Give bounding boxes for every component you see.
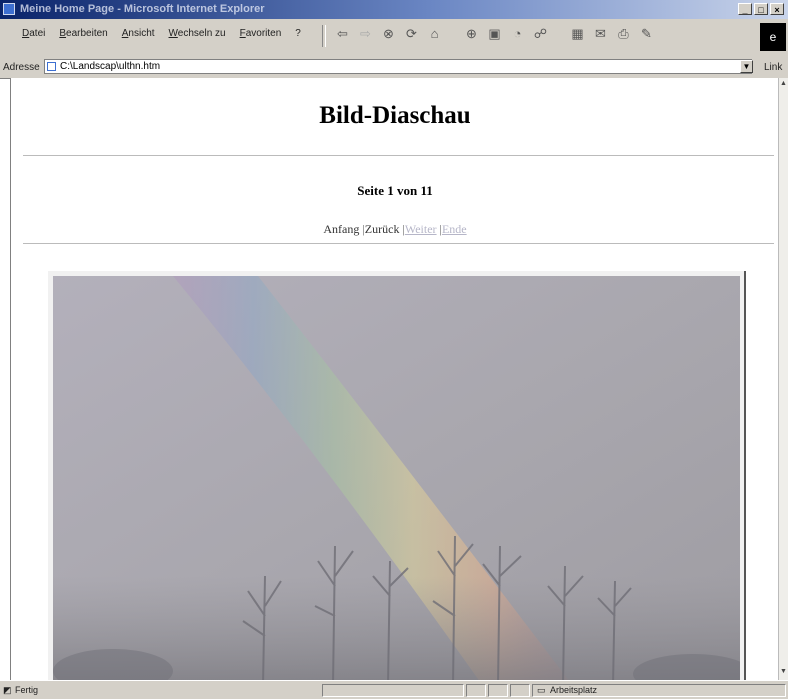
address-input[interactable]: C:\Landscap\ulthn.htm <box>44 59 752 74</box>
divider-bottom <box>23 243 774 244</box>
page-title: Bild-Diaschau <box>319 102 471 129</box>
menu-favoriten[interactable]: Favoriten <box>240 28 282 39</box>
window-title-bar[interactable]: Meine Home Page - Microsoft Internet Exp… <box>0 0 788 19</box>
back-arrow-icon[interactable]: ⇦ <box>334 25 351 42</box>
status-pane <box>322 684 464 697</box>
address-bar: Adresse C:\Landscap\ulthn.htm ▼ Link <box>0 57 788 79</box>
page-icon <box>47 62 56 71</box>
photo-frame-shadow <box>744 271 746 680</box>
links-label[interactable]: Link <box>764 62 782 73</box>
ie-logo-icon: e <box>760 23 786 51</box>
close-button[interactable]: × <box>770 3 784 15</box>
window-title: Meine Home Page - Microsoft Internet Exp… <box>20 3 265 15</box>
maximize-button[interactable]: □ <box>754 3 768 15</box>
status-pane <box>466 684 486 697</box>
status-bar: ◩ Fertig ▭ Arbeitsplatz <box>0 680 788 699</box>
status-pane <box>488 684 508 697</box>
slideshow-photo <box>48 271 745 680</box>
computer-icon: ▭ <box>537 685 546 695</box>
page-content: Bild-Diaschau Seite 1 von 11 Anfang |Zur… <box>10 78 779 680</box>
address-value[interactable]: C:\Landscap\ulthn.htm <box>60 61 160 72</box>
toolbar-divider <box>322 25 326 47</box>
status-ready-icon: ◩ <box>3 685 12 695</box>
nav-last-link[interactable]: Ende <box>442 222 467 236</box>
print-icon[interactable]: ⎙ <box>615 25 632 42</box>
forward-arrow-icon[interactable]: ⇨ <box>357 25 374 42</box>
address-label: Adresse <box>3 62 40 73</box>
menu-wechseln-zu[interactable]: Wechseln zu <box>169 28 226 39</box>
address-dropdown-button[interactable]: ▼ <box>740 60 753 73</box>
nav-next-link[interactable]: Weiter <box>405 222 437 236</box>
ie-window-icon[interactable] <box>3 3 15 15</box>
vertical-scrollbar[interactable]: ▲ ▼ <box>778 78 788 680</box>
scroll-down-icon[interactable]: ▼ <box>779 668 788 678</box>
menu-bearbeiten[interactable]: Bearbeiten <box>59 28 107 39</box>
fullscreen-icon[interactable]: ▦ <box>569 25 586 42</box>
divider-top <box>23 155 774 156</box>
menu-toolbar-area: Datei Bearbeiten Ansicht Wechseln zu Fav… <box>0 19 788 58</box>
home-icon[interactable]: ⌂ <box>426 25 443 42</box>
menu-help[interactable]: ? <box>295 28 301 39</box>
edit-icon[interactable]: ✎ <box>638 25 655 42</box>
favorites-icon[interactable]: ▣ <box>486 25 503 42</box>
status-text: Fertig <box>15 685 39 695</box>
status-pane <box>510 684 530 697</box>
search-icon[interactable]: ⊕ <box>463 25 480 42</box>
status-zone: Arbeitsplatz <box>550 685 598 695</box>
menu-ansicht[interactable]: Ansicht <box>122 28 155 39</box>
scroll-up-icon[interactable]: ▲ <box>779 80 788 90</box>
menu-datei[interactable]: Datei <box>22 28 45 39</box>
refresh-icon[interactable]: ⟳ <box>403 25 420 42</box>
stop-icon[interactable]: ⊗ <box>380 25 397 42</box>
toolbar: ⇦ ⇨ ⊗ ⟳ ⌂ ⊕ ▣ ◔ ☍ ▦ ✉ ⎙ ✎ <box>334 25 655 42</box>
page-counter: Seite 1 von 11 <box>357 183 433 198</box>
mail-icon[interactable]: ✉ <box>592 25 609 42</box>
history-icon[interactable]: ◔ <box>509 25 526 42</box>
slideshow-nav: Anfang |Zurück |Weiter |Ende <box>323 222 467 236</box>
channels-icon[interactable]: ☍ <box>532 25 549 42</box>
minimize-button[interactable]: _ <box>738 3 752 15</box>
nav-first[interactable]: Anfang <box>323 222 359 236</box>
nav-back[interactable]: Zurück <box>365 222 400 236</box>
